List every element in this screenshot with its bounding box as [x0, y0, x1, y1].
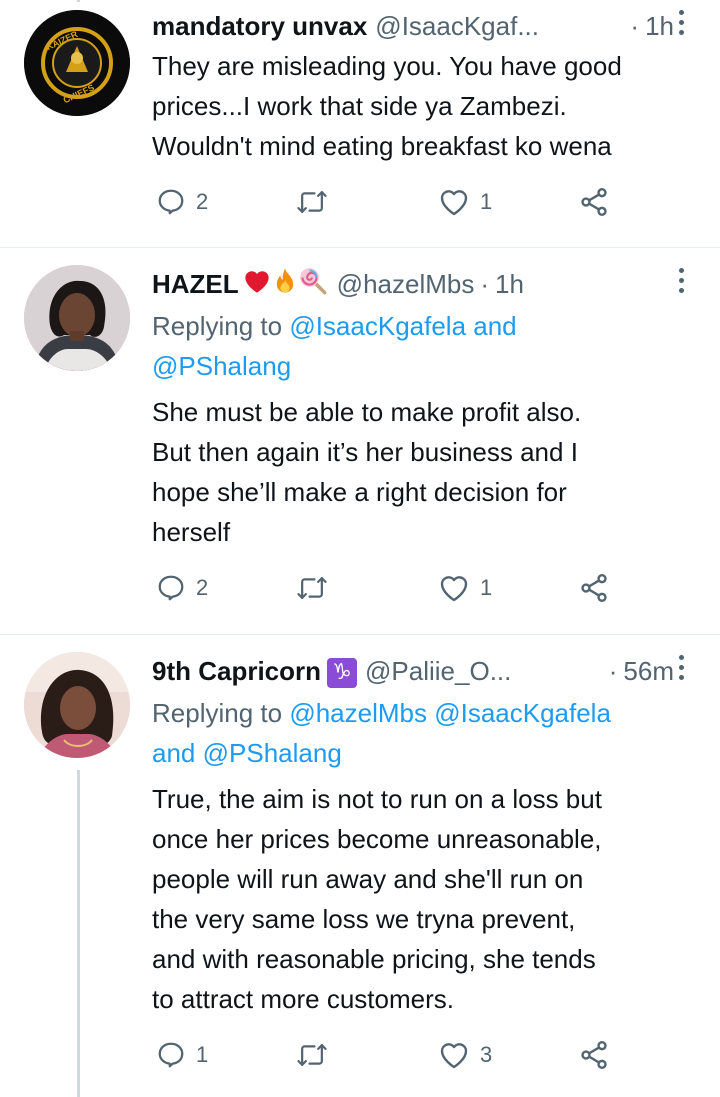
more-vertical-icon[interactable]	[676, 655, 686, 685]
tweet-text: She must be able to make profit also. Bu…	[152, 392, 697, 552]
replying-to-label: Replying to	[152, 311, 283, 341]
share-button[interactable]	[578, 182, 610, 222]
replying-to-label: Replying to	[152, 698, 283, 728]
text-line: the very same loss we tryna prevent,	[152, 904, 576, 934]
mention-link[interactable]: @IsaacKgafela and	[289, 311, 516, 341]
capricorn-symbol: ♑	[327, 657, 358, 688]
user-handle[interactable]: @Paliie_O...	[365, 656, 511, 687]
tweet-actions: 2 1	[152, 568, 622, 608]
retweet-button[interactable]	[296, 182, 328, 222]
heart-icon	[440, 190, 468, 216]
reply-bubble-icon	[158, 575, 184, 601]
tweet-1[interactable]: KAIZER CHIEFS mandatory unvax @IsaacKgaf…	[0, 0, 720, 250]
separator-dot: ·	[630, 10, 640, 41]
heart-icon	[440, 576, 468, 602]
more-vertical-icon[interactable]	[676, 268, 686, 298]
text-line: True, the aim is not to run on a loss bu…	[152, 784, 602, 814]
tweet-2[interactable]: HAZEL @hazelMbs · 1h Replying to @IsaacK…	[0, 248, 720, 634]
user-handle[interactable]: @IsaacKgaf...	[375, 11, 539, 42]
tweet-3[interactable]: 9th Capricorn ♑ @Paliie_O... · 56m Reply…	[0, 635, 720, 1097]
text-line: prices...I work that side ya Zambezi.	[152, 91, 567, 121]
text-line: people will run away and she'll run on	[152, 864, 584, 894]
retweet-button[interactable]	[296, 1035, 328, 1075]
text-line: and with reasonable pricing, she tends	[152, 944, 596, 974]
reply-bubble-icon	[158, 189, 184, 215]
replying-to: Replying to @hazelMbs @IsaacKgafela and …	[152, 693, 692, 773]
separator-dot: ·	[480, 268, 490, 299]
replying-to: Replying to @IsaacKgafela and @PShalang	[152, 306, 692, 386]
avatar[interactable]: KAIZER CHIEFS	[24, 10, 130, 116]
mention-link[interactable]: @PShalang	[152, 351, 291, 381]
reply-count: 1	[196, 1042, 209, 1067]
heart-emoji-icon	[243, 268, 271, 301]
user-photo-icon	[24, 652, 130, 758]
display-name[interactable]: 9th Capricorn	[152, 656, 321, 687]
tweet-text: True, the aim is not to run on a loss bu…	[152, 779, 697, 1019]
text-line: But then again it’s her business and I	[152, 437, 578, 467]
timestamp[interactable]: 56m	[623, 656, 674, 687]
like-button[interactable]: 1	[438, 568, 492, 608]
text-line: Wouldn't mind eating breakfast ko wena	[152, 131, 612, 161]
timestamp[interactable]: 1h	[495, 269, 524, 300]
display-name[interactable]: HAZEL	[152, 269, 239, 300]
share-button[interactable]	[578, 568, 610, 608]
retweet-button[interactable]	[296, 568, 328, 608]
mention-link[interactable]: @PShalang	[203, 738, 342, 768]
reply-count: 2	[196, 575, 209, 600]
user-handle[interactable]: @hazelMbs	[337, 269, 475, 300]
tweet-header: mandatory unvax @IsaacKgaf... · 1h	[152, 6, 674, 46]
separator-dot: ·	[608, 655, 618, 686]
text-line: hope she’ll make a right decision for	[152, 477, 567, 507]
share-button[interactable]	[578, 1035, 610, 1075]
retweet-icon	[297, 1044, 327, 1066]
avatar[interactable]	[24, 265, 130, 371]
kaizer-chiefs-logo-icon: KAIZER CHIEFS	[24, 10, 130, 116]
share-icon	[581, 188, 607, 216]
retweet-icon	[297, 577, 327, 599]
reply-button[interactable]: 2	[156, 568, 208, 608]
reply-button[interactable]: 2	[156, 182, 208, 222]
tweet-text: They are misleading you. You have good p…	[152, 46, 697, 166]
mention-link[interactable]: @hazelMbs @IsaacKgafela	[289, 698, 611, 728]
share-icon	[581, 574, 607, 602]
reply-count: 2	[196, 189, 209, 214]
display-name[interactable]: mandatory unvax	[152, 11, 367, 42]
tweet-header: 9th Capricorn ♑ @Paliie_O... · 56m	[152, 651, 674, 691]
like-button[interactable]: 3	[438, 1035, 492, 1075]
tweet-actions: 1 3	[152, 1035, 622, 1075]
like-count: 3	[480, 1042, 493, 1067]
lollipop-emoji-icon	[299, 267, 327, 302]
more-vertical-icon[interactable]	[676, 10, 686, 40]
capricorn-emoji-icon: ♑	[327, 655, 358, 688]
text-line: They are misleading you. You have good	[152, 51, 622, 81]
tweet-header: HAZEL @hazelMbs · 1h	[152, 264, 674, 304]
like-button[interactable]: 1	[438, 182, 492, 222]
like-count: 1	[480, 575, 493, 600]
text-line: once her prices become unreasonable,	[152, 824, 602, 854]
reply-button[interactable]: 1	[156, 1035, 208, 1075]
reply-bubble-icon	[158, 1042, 184, 1068]
retweet-icon	[297, 191, 327, 213]
user-photo-icon	[24, 265, 130, 371]
like-count: 1	[480, 189, 493, 214]
text-line: to attract more customers.	[152, 984, 454, 1014]
timestamp[interactable]: 1h	[645, 11, 674, 42]
fire-emoji-icon	[273, 267, 297, 302]
share-icon	[581, 1041, 607, 1069]
text-line: She must be able to make profit also.	[152, 397, 582, 427]
avatar[interactable]	[24, 652, 130, 758]
text-line: herself	[152, 517, 231, 547]
replying-and: and	[152, 738, 196, 768]
heart-icon	[440, 1043, 468, 1069]
tweet-actions: 2 1	[152, 182, 622, 222]
